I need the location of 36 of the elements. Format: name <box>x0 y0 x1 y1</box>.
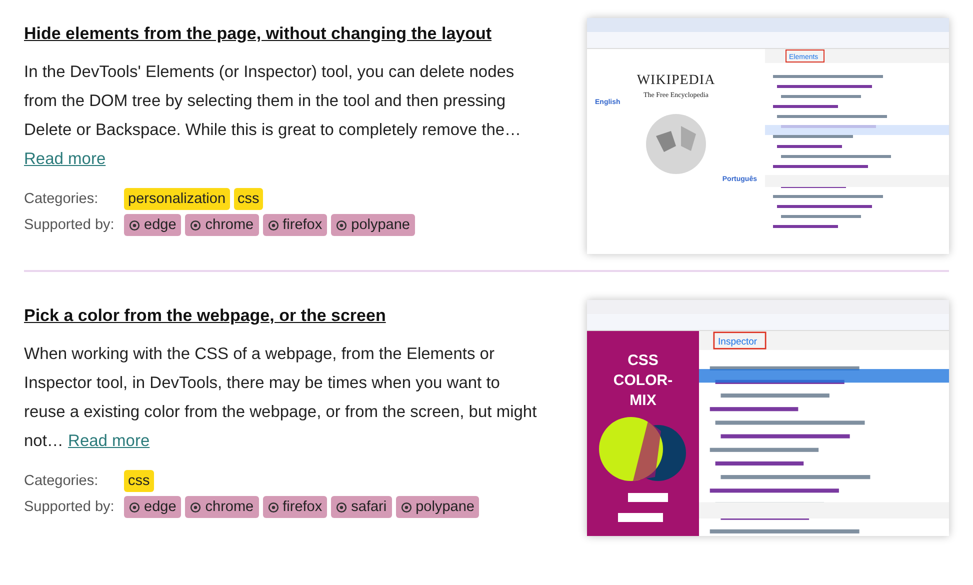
browser-tag: firefox <box>262 214 328 236</box>
browser-icon <box>268 502 279 512</box>
browser-icon <box>129 220 140 230</box>
browser-tag: edge <box>124 214 182 236</box>
devtools-tab-label: Inspector <box>718 336 758 348</box>
browser-tag: edge <box>124 496 182 518</box>
category-tag[interactable]: css <box>234 188 264 210</box>
browser-tag: chrome <box>185 496 259 518</box>
article-summary: When working with the CSS of a webpage, from the Elements or Inspector tool, in DevTools, there may be times when you want to reuse a existing color from the webpage, or from the screen, but might not… Read more <box>24 344 538 452</box>
browser-tag: polypane <box>331 214 415 236</box>
category-tag[interactable]: personalization <box>124 188 230 210</box>
browser-icon <box>190 220 202 230</box>
article-summary: In the DevTools' Elements (or Inspector) tool, you can delete nodes from the DOM tree by selecting them in the tool and then pressing Delete or Backspace. While this is great to completely remove the… Read more <box>24 62 522 170</box>
browser-tag: safari <box>331 496 392 518</box>
page-heading: CSS COLOR-MIX <box>612 351 674 411</box>
browser-tag: polypane <box>396 496 480 518</box>
browser-icon <box>129 502 140 512</box>
supported-label: Supported by: <box>24 217 116 233</box>
browser-icon <box>268 220 279 230</box>
browser-tag: firefox <box>262 496 328 518</box>
categories-label: Categories: <box>24 191 100 207</box>
devtools-tab-outline <box>786 50 824 62</box>
browser-icon <box>336 220 348 230</box>
category-tag[interactable]: css <box>124 470 154 492</box>
browser-icon <box>336 502 348 512</box>
read-more-link[interactable]: Read more <box>68 432 150 450</box>
browser-tag: chrome <box>185 214 259 236</box>
categories-label: Categories: <box>24 473 100 489</box>
read-more-link[interactable]: Read more <box>24 150 106 168</box>
devtools-tab-outline <box>713 332 766 350</box>
browser-icon <box>190 502 202 512</box>
supported-label: Supported by: <box>24 499 116 515</box>
page-logo-text: WIKIPEDIA <box>636 73 716 89</box>
article-title-link[interactable]: Hide elements from the page, without changing the layout <box>24 24 492 44</box>
browser-icon <box>400 502 412 512</box>
article-title-link[interactable]: Pick a color from the webpage, or the screen <box>24 306 386 326</box>
